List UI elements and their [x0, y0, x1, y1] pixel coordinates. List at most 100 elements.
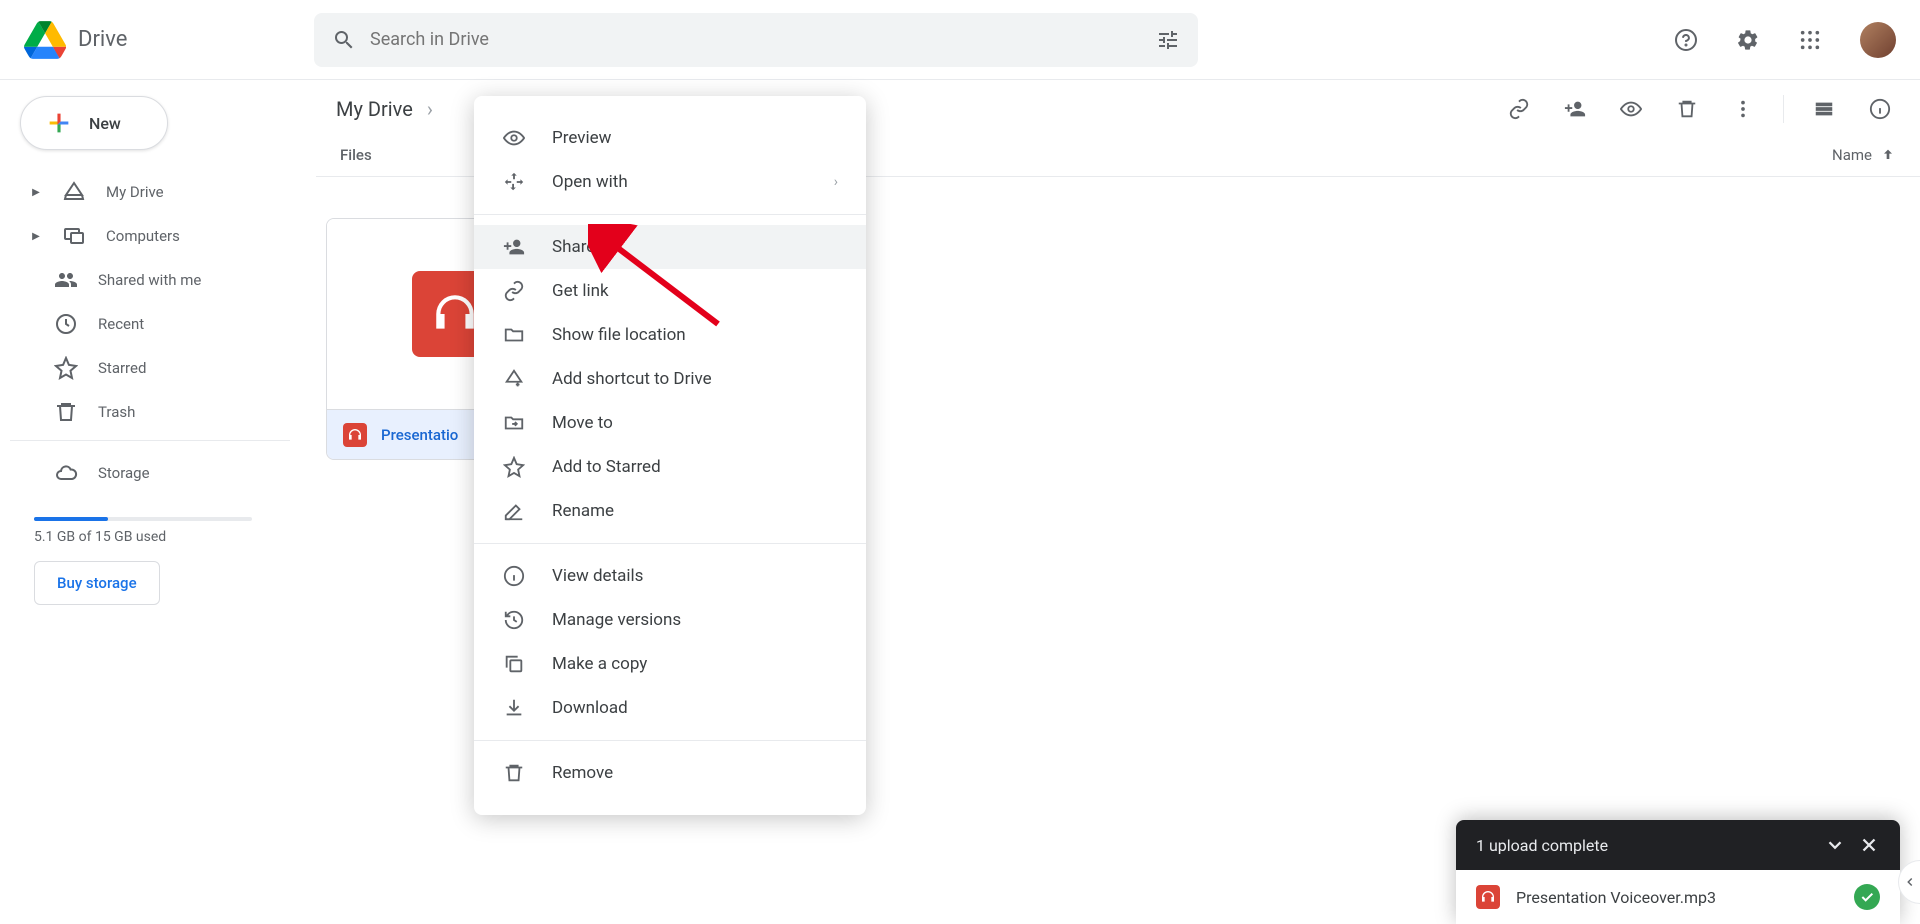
view-list-button[interactable] — [1804, 89, 1844, 129]
computers-icon — [62, 224, 86, 248]
menu-manage-versions[interactable]: Manage versions — [474, 598, 866, 642]
divider — [474, 543, 866, 544]
storage-section: 5.1 GB of 15 GB used Buy storage — [10, 495, 290, 619]
arrow-up-icon — [1880, 147, 1896, 163]
sort-by-name[interactable]: Name — [1832, 146, 1896, 164]
toast-title: 1 upload complete — [1476, 836, 1812, 855]
file-name: Presentatio — [381, 426, 458, 444]
menu-move-to[interactable]: Move to — [474, 401, 866, 445]
nav-starred[interactable]: Starred — [10, 346, 290, 390]
nav-storage[interactable]: Storage — [10, 451, 290, 495]
info-icon — [1869, 98, 1891, 120]
get-link-button[interactable] — [1499, 89, 1539, 129]
toast-header: 1 upload complete — [1456, 820, 1900, 870]
menu-download[interactable]: Download — [474, 686, 866, 730]
drive-logo-icon — [24, 21, 66, 59]
people-icon — [54, 268, 78, 292]
menu-add-starred[interactable]: Add to Starred — [474, 445, 866, 489]
search-options-icon[interactable] — [1156, 28, 1180, 52]
close-icon — [1858, 834, 1880, 856]
clock-icon — [54, 312, 78, 336]
app-name: Drive — [78, 27, 127, 52]
upload-success-icon — [1854, 884, 1880, 910]
new-button-label: New — [89, 114, 121, 133]
chevron-down-icon — [1824, 834, 1846, 856]
expand-icon[interactable]: ▶ — [30, 187, 42, 198]
files-label: Files — [340, 146, 372, 164]
nav-label: Starred — [98, 359, 146, 377]
sidebar: New ▶My Drive ▶Computers Shared with me … — [0, 80, 300, 635]
details-button[interactable] — [1860, 89, 1900, 129]
nav-recent[interactable]: Recent — [10, 302, 290, 346]
open-with-icon — [503, 171, 525, 193]
delete-button[interactable] — [1667, 89, 1707, 129]
buy-storage-button[interactable]: Buy storage — [34, 561, 160, 605]
search-input[interactable] — [370, 29, 1142, 50]
info-icon — [503, 565, 525, 587]
nav-shared[interactable]: Shared with me — [10, 258, 290, 302]
more-vert-icon — [1732, 98, 1754, 120]
menu-label: View details — [552, 566, 643, 586]
preview-button[interactable] — [1611, 89, 1651, 129]
nav-label: Trash — [98, 403, 135, 421]
divider — [10, 440, 290, 441]
folder-move-icon — [503, 412, 525, 434]
toast-file-row[interactable]: Presentation Voiceover.mp3 — [1456, 870, 1900, 924]
menu-label: Add to Starred — [552, 457, 661, 477]
storage-text: 5.1 GB of 15 GB used — [34, 529, 266, 545]
menu-add-shortcut[interactable]: Add shortcut to Drive — [474, 357, 866, 401]
apps-button[interactable] — [1790, 20, 1830, 60]
logo[interactable]: Drive — [24, 21, 314, 59]
menu-make-copy[interactable]: Make a copy — [474, 642, 866, 686]
chevron-right-icon: › — [427, 97, 433, 121]
account-avatar[interactable] — [1860, 22, 1896, 58]
breadcrumb-root[interactable]: My Drive — [336, 97, 413, 121]
menu-view-details[interactable]: View details — [474, 554, 866, 598]
nav-my-drive[interactable]: ▶ My Drive — [10, 170, 290, 214]
new-button[interactable]: New — [20, 96, 168, 150]
nav-label: Computers — [106, 227, 180, 245]
audio-file-icon — [430, 289, 480, 339]
toast-close-button[interactable] — [1858, 834, 1880, 856]
link-icon — [503, 280, 525, 302]
breadcrumb[interactable]: My Drive › — [336, 97, 433, 121]
menu-label: Rename — [552, 501, 614, 521]
star-icon — [503, 456, 525, 478]
person-add-icon — [1564, 98, 1586, 120]
copy-icon — [503, 653, 525, 675]
menu-get-link[interactable]: Get link — [474, 269, 866, 313]
trash-icon — [503, 762, 525, 784]
settings-button[interactable] — [1728, 20, 1768, 60]
header-bar: Drive — [0, 0, 1920, 80]
nav-label: Recent — [98, 315, 144, 333]
menu-label: Add shortcut to Drive — [552, 369, 712, 389]
nav-label: My Drive — [106, 183, 164, 201]
menu-preview[interactable]: Preview — [474, 116, 866, 160]
expand-icon[interactable]: ▶ — [30, 231, 42, 242]
menu-open-with[interactable]: Open with› — [474, 160, 866, 204]
eye-icon — [503, 127, 525, 149]
help-icon — [1674, 28, 1698, 52]
help-button[interactable] — [1666, 20, 1706, 60]
search-bar[interactable] — [314, 13, 1198, 67]
pencil-icon — [503, 500, 525, 522]
share-button[interactable] — [1555, 89, 1595, 129]
more-button[interactable] — [1723, 89, 1763, 129]
menu-share[interactable]: Share — [474, 225, 866, 269]
trash-icon — [1676, 98, 1698, 120]
nav-trash[interactable]: Trash — [10, 390, 290, 434]
menu-remove[interactable]: Remove — [474, 751, 866, 795]
menu-label: Move to — [552, 413, 613, 433]
menu-rename[interactable]: Rename — [474, 489, 866, 533]
toast-collapse-button[interactable] — [1824, 834, 1846, 856]
audio-file-icon — [1476, 885, 1500, 909]
menu-show-location[interactable]: Show file location — [474, 313, 866, 357]
menu-label: Download — [552, 698, 628, 718]
link-icon — [1508, 98, 1530, 120]
gear-icon — [1736, 28, 1760, 52]
chevron-left-icon — [1903, 875, 1917, 889]
my-drive-icon — [62, 180, 86, 204]
divider — [474, 740, 866, 741]
star-icon — [54, 356, 78, 380]
nav-computers[interactable]: ▶ Computers — [10, 214, 290, 258]
